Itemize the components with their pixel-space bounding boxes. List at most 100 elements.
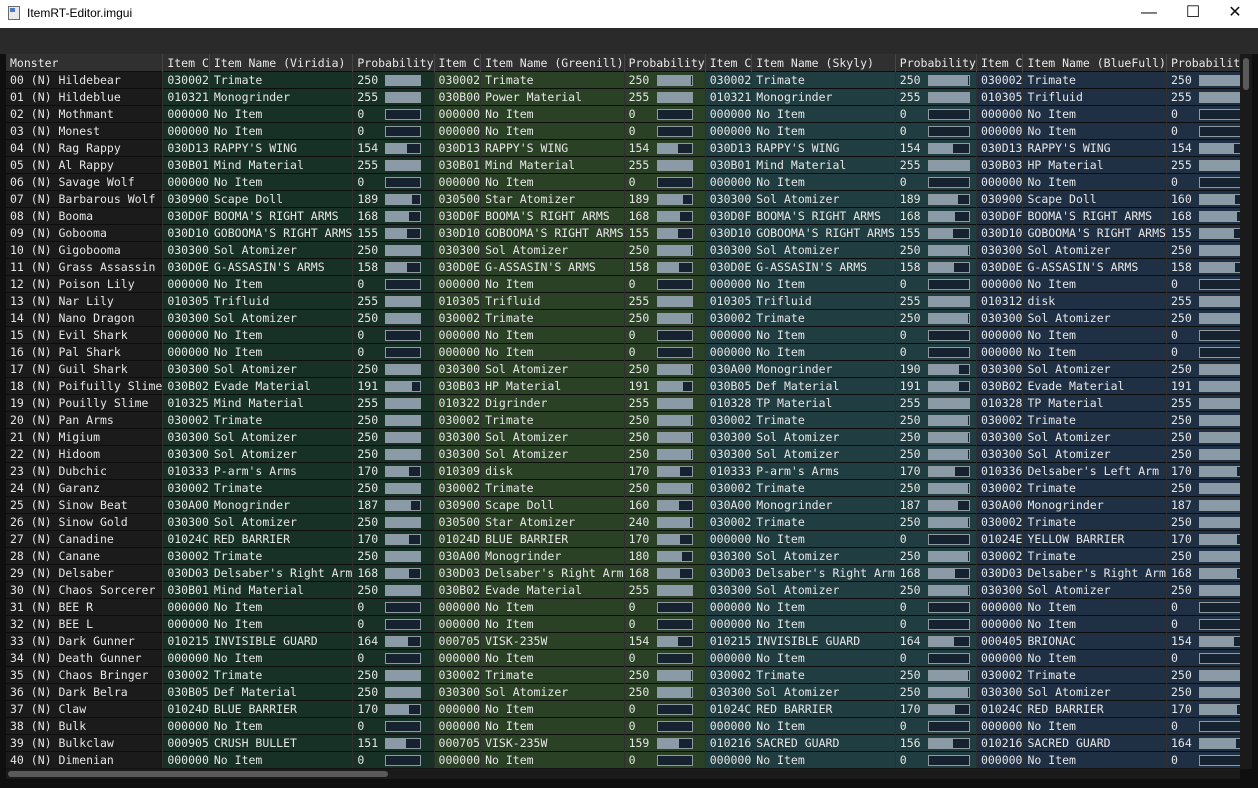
item-name-cell[interactable]: No Item bbox=[209, 275, 354, 293]
item-name-cell[interactable]: No Item bbox=[480, 649, 625, 667]
item-name-cell[interactable]: Trimate bbox=[480, 479, 625, 497]
probability-cell[interactable]: 250 bbox=[352, 513, 435, 531]
probability-bar[interactable] bbox=[385, 125, 422, 137]
probability-cell[interactable]: 250 bbox=[352, 309, 435, 327]
probability-slider[interactable]: 158 bbox=[1171, 260, 1240, 276]
item-name-cell[interactable]: Trimate bbox=[480, 411, 625, 429]
probability-cell[interactable]: 164 bbox=[895, 632, 977, 650]
item-code-cell[interactable]: 000705 bbox=[434, 734, 482, 752]
probability-slider[interactable]: 250 bbox=[1171, 685, 1240, 701]
item-name-cell[interactable]: Sol Atomizer bbox=[209, 360, 354, 378]
probability-slider[interactable]: 250 bbox=[1171, 243, 1240, 259]
probability-cell[interactable]: 0 bbox=[1166, 326, 1240, 344]
probability-slider[interactable]: 154 bbox=[629, 141, 705, 157]
item-name-cell[interactable]: TP Material bbox=[751, 394, 896, 412]
probability-cell[interactable]: 255 bbox=[624, 88, 706, 106]
probability-cell[interactable]: 250 bbox=[624, 666, 706, 684]
probability-bar[interactable] bbox=[927, 329, 970, 341]
probability-cell[interactable]: 156 bbox=[895, 734, 977, 752]
item-code-cell[interactable]: 010333 bbox=[162, 462, 210, 480]
probability-slider[interactable]: 0 bbox=[629, 600, 705, 616]
item-code-cell[interactable]: 000905 bbox=[162, 734, 210, 752]
probability-cell[interactable]: 0 bbox=[624, 751, 706, 768]
probability-cell[interactable]: 255 bbox=[895, 292, 977, 310]
probability-cell[interactable]: 0 bbox=[624, 326, 706, 344]
probability-slider[interactable]: 0 bbox=[629, 124, 705, 140]
probability-slider[interactable]: 0 bbox=[629, 752, 705, 768]
probability-bar[interactable] bbox=[1198, 108, 1240, 120]
column-header[interactable]: Probability bbox=[895, 54, 977, 72]
probability-cell[interactable]: 250 bbox=[895, 666, 977, 684]
item-code-cell[interactable]: 000000 bbox=[705, 717, 753, 735]
item-code-cell[interactable]: 030A00 bbox=[705, 496, 753, 514]
probability-slider[interactable]: 250 bbox=[357, 362, 433, 378]
item-name-cell[interactable]: Sol Atomizer bbox=[751, 241, 896, 259]
item-name-cell[interactable]: No Item bbox=[480, 598, 625, 616]
probability-slider[interactable]: 168 bbox=[900, 566, 976, 582]
probability-bar[interactable] bbox=[927, 448, 970, 460]
item-code-cell[interactable]: 000000 bbox=[434, 700, 482, 718]
probability-cell[interactable]: 189 bbox=[895, 190, 977, 208]
probability-slider[interactable]: 155 bbox=[900, 226, 976, 242]
table-row[interactable]: 28 (N) Canane 030002 Trimate 250 030A00 Monog… bbox=[6, 547, 1240, 565]
item-name-cell[interactable]: Delsaber's Right Arm bbox=[1022, 564, 1167, 582]
item-code-cell[interactable]: 01024D bbox=[162, 700, 210, 718]
probability-slider[interactable]: 0 bbox=[900, 532, 976, 548]
probability-cell[interactable]: 158 bbox=[624, 258, 706, 276]
probability-slider[interactable]: 168 bbox=[357, 209, 433, 225]
item-name-cell[interactable]: No Item bbox=[1022, 649, 1167, 667]
table-row[interactable]: 12 (N) Poison Lily 000000 No Item 0 000000 No… bbox=[6, 275, 1240, 293]
probability-bar[interactable] bbox=[385, 176, 422, 188]
probability-slider[interactable]: 0 bbox=[629, 702, 705, 718]
item-name-cell[interactable]: Sol Atomizer bbox=[209, 241, 354, 259]
probability-bar[interactable] bbox=[385, 737, 422, 749]
probability-cell[interactable]: 160 bbox=[624, 496, 706, 514]
probability-cell[interactable]: 250 bbox=[895, 71, 977, 89]
probability-cell[interactable]: 250 bbox=[1166, 71, 1240, 89]
probability-bar[interactable] bbox=[927, 669, 970, 681]
probability-bar[interactable] bbox=[656, 363, 693, 375]
item-code-cell[interactable]: 000000 bbox=[976, 717, 1024, 735]
item-code-cell[interactable]: 030D13 bbox=[705, 139, 753, 157]
item-code-cell[interactable]: 000000 bbox=[434, 275, 482, 293]
probability-slider[interactable]: 250 bbox=[900, 583, 976, 599]
probability-slider[interactable]: 170 bbox=[1171, 532, 1240, 548]
probability-cell[interactable]: 170 bbox=[352, 462, 435, 480]
table-row[interactable]: 07 (N) Barbarous Wolf 030900 Scape Doll 189… bbox=[6, 190, 1240, 208]
probability-bar[interactable] bbox=[927, 312, 970, 324]
probability-cell[interactable]: 250 bbox=[624, 683, 706, 701]
item-name-cell[interactable]: Sol Atomizer bbox=[751, 683, 896, 701]
item-name-cell[interactable]: Star Atomizer bbox=[480, 513, 625, 531]
probability-slider[interactable]: 0 bbox=[900, 752, 976, 768]
item-code-cell[interactable]: 030002 bbox=[434, 411, 482, 429]
probability-bar[interactable] bbox=[656, 533, 693, 545]
table-row[interactable]: 32 (N) BEE L 000000 No Item 0 000000 No Item 0… bbox=[6, 615, 1240, 633]
probability-cell[interactable]: 255 bbox=[352, 156, 435, 174]
item-name-cell[interactable]: BRIONAC bbox=[1022, 632, 1167, 650]
item-code-cell[interactable]: 000000 bbox=[705, 598, 753, 616]
item-name-cell[interactable]: No Item bbox=[1022, 598, 1167, 616]
item-name-cell[interactable]: No Item bbox=[1022, 717, 1167, 735]
probability-bar[interactable] bbox=[927, 737, 970, 749]
probability-bar[interactable] bbox=[385, 363, 422, 375]
probability-cell[interactable]: 0 bbox=[624, 598, 706, 616]
probability-cell[interactable]: 0 bbox=[624, 105, 706, 123]
item-name-cell[interactable]: No Item bbox=[480, 717, 625, 735]
column-header[interactable]: Monster bbox=[6, 54, 164, 72]
table-row[interactable]: 16 (N) Pal Shark 000000 No Item 0 000000 No I… bbox=[6, 343, 1240, 361]
probability-bar[interactable] bbox=[1198, 159, 1240, 171]
item-name-cell[interactable]: Sol Atomizer bbox=[209, 428, 354, 446]
probability-slider[interactable]: 0 bbox=[629, 617, 705, 633]
probability-bar[interactable] bbox=[927, 703, 970, 715]
item-code-cell[interactable]: 030A00 bbox=[705, 360, 753, 378]
probability-cell[interactable]: 170 bbox=[624, 530, 706, 548]
item-code-cell[interactable]: 030002 bbox=[705, 666, 753, 684]
item-name-cell[interactable]: SACRED GUARD bbox=[751, 734, 896, 752]
probability-slider[interactable]: 250 bbox=[357, 430, 433, 446]
item-code-cell[interactable]: 010216 bbox=[976, 734, 1024, 752]
probability-bar[interactable] bbox=[656, 686, 693, 698]
probability-slider[interactable]: 250 bbox=[357, 413, 433, 429]
item-code-cell[interactable]: 030300 bbox=[976, 241, 1024, 259]
probability-slider[interactable]: 255 bbox=[1171, 158, 1240, 174]
probability-bar[interactable] bbox=[1198, 329, 1240, 341]
